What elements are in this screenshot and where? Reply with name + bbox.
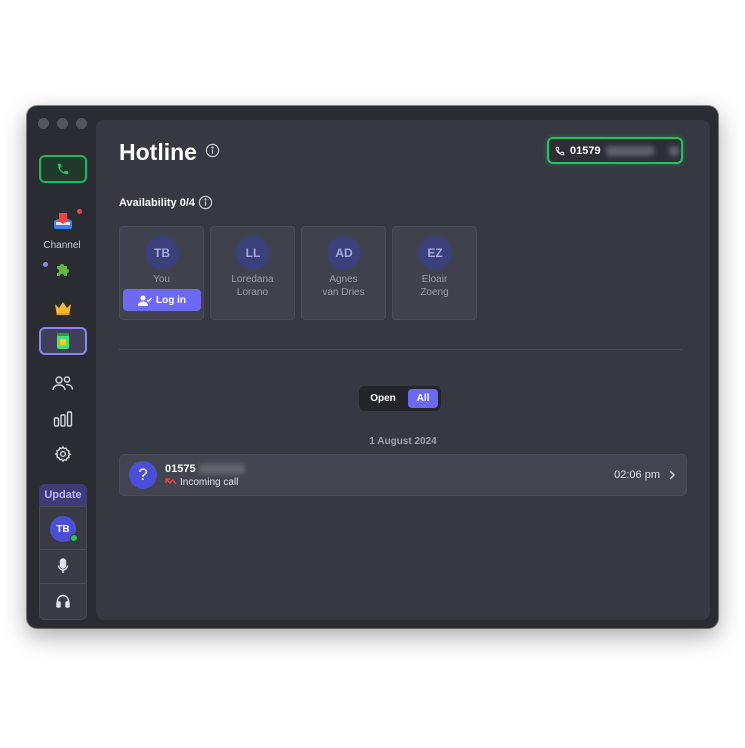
crown-icon	[55, 302, 71, 315]
incoming-call-arrow-icon	[165, 478, 177, 485]
bar-chart-icon	[53, 411, 73, 427]
puzzle-piece-icon	[57, 264, 69, 276]
sidebar-item-integrations[interactable]	[39, 256, 87, 284]
agent-avatar: LL	[236, 236, 270, 270]
call-type-label: Incoming call	[180, 477, 239, 488]
availability-label: Availability 0/4	[119, 197, 196, 209]
agent-card: LL Loredana Lorano	[210, 226, 295, 320]
agent-first-name: Agnes	[329, 274, 358, 285]
page-title: Hotline	[119, 139, 197, 165]
microphone-button[interactable]	[40, 553, 86, 579]
agent-avatar: EZ	[418, 236, 452, 270]
agent-card-you: TB You Log in	[119, 226, 204, 320]
users-icon	[52, 376, 74, 391]
divider	[40, 549, 86, 550]
redacted-number	[605, 145, 654, 156]
sidebar-item-premium[interactable]	[39, 294, 87, 322]
microphone-icon	[57, 558, 69, 573]
agent-avatar: TB	[145, 236, 179, 270]
redacted-badge	[668, 145, 679, 156]
call-list-item[interactable]: ? 01575 Incoming call 02:06 pm	[119, 454, 687, 496]
caller-number-visible: 01575	[165, 463, 196, 475]
notification-dot	[77, 209, 82, 214]
phone-icon	[57, 163, 69, 175]
chevron-right-icon	[668, 468, 676, 486]
channel-label: Channel	[43, 240, 81, 251]
date-group-label: 1 August 2024	[369, 436, 437, 447]
login-button[interactable]: Log in	[123, 289, 201, 311]
trash-can-icon	[57, 333, 69, 349]
agent-name: Loredana Lorano	[211, 273, 294, 299]
login-button-label: Log in	[156, 294, 186, 306]
hotline-panel: Hotline 01579 Availability 0/4 TB You Lo…	[96, 120, 710, 620]
filter-open-tab[interactable]: Open	[362, 389, 404, 408]
sidebar-item-contacts[interactable]	[39, 369, 87, 397]
availability-info-icon[interactable]	[198, 195, 213, 210]
gear-icon	[54, 445, 72, 463]
agent-card: EZ Eloair Zoeng	[392, 226, 477, 320]
app-window: Channel Update TB Hotline 01579 Availabi…	[27, 106, 718, 628]
phone-icon	[555, 146, 565, 155]
title-info-icon[interactable]	[205, 143, 220, 158]
status-indicator	[70, 534, 78, 542]
user-check-icon	[138, 295, 152, 306]
agent-first-name: Eloair	[421, 274, 448, 285]
update-button[interactable]: Update	[39, 484, 87, 506]
sidebar-item-settings[interactable]	[39, 440, 87, 468]
call-time: 02:06 pm	[614, 469, 660, 481]
filter-all-tab[interactable]: All	[408, 389, 438, 408]
headset-button[interactable]	[40, 588, 86, 614]
agent-last-name: Zoeng	[420, 287, 449, 298]
hotline-number: 01579	[570, 144, 601, 157]
sidebar: Channel Update TB	[27, 106, 97, 628]
agent-first-name: Loredana	[231, 274, 274, 285]
agent-avatar: AD	[327, 236, 361, 270]
agent-last-name: van Dries	[322, 287, 365, 298]
agent-last-name: Lorano	[236, 287, 269, 298]
redacted-number	[198, 464, 245, 474]
agent-name: You	[153, 274, 170, 285]
sidebar-item-statistics[interactable]	[39, 405, 87, 433]
headphones-icon	[56, 594, 70, 608]
agent-name: Eloair Zoeng	[393, 273, 476, 299]
sidebar-item-hotline[interactable]	[39, 327, 87, 355]
agent-card: AD Agnes van Dries	[301, 226, 386, 320]
user-panel: TB	[39, 506, 87, 620]
inbox-tray-icon	[54, 213, 72, 229]
hotline-number-pill[interactable]: 01579	[547, 137, 683, 164]
sidebar-call-button[interactable]	[39, 155, 87, 183]
call-type: Incoming call	[165, 477, 238, 488]
divider	[40, 583, 86, 584]
unknown-caller-avatar: ?	[129, 461, 157, 489]
agent-name: Agnes van Dries	[302, 273, 385, 299]
caller-number: 01575	[165, 463, 245, 475]
section-divider	[119, 349, 682, 350]
call-filter-toggle: Open All	[359, 386, 441, 411]
